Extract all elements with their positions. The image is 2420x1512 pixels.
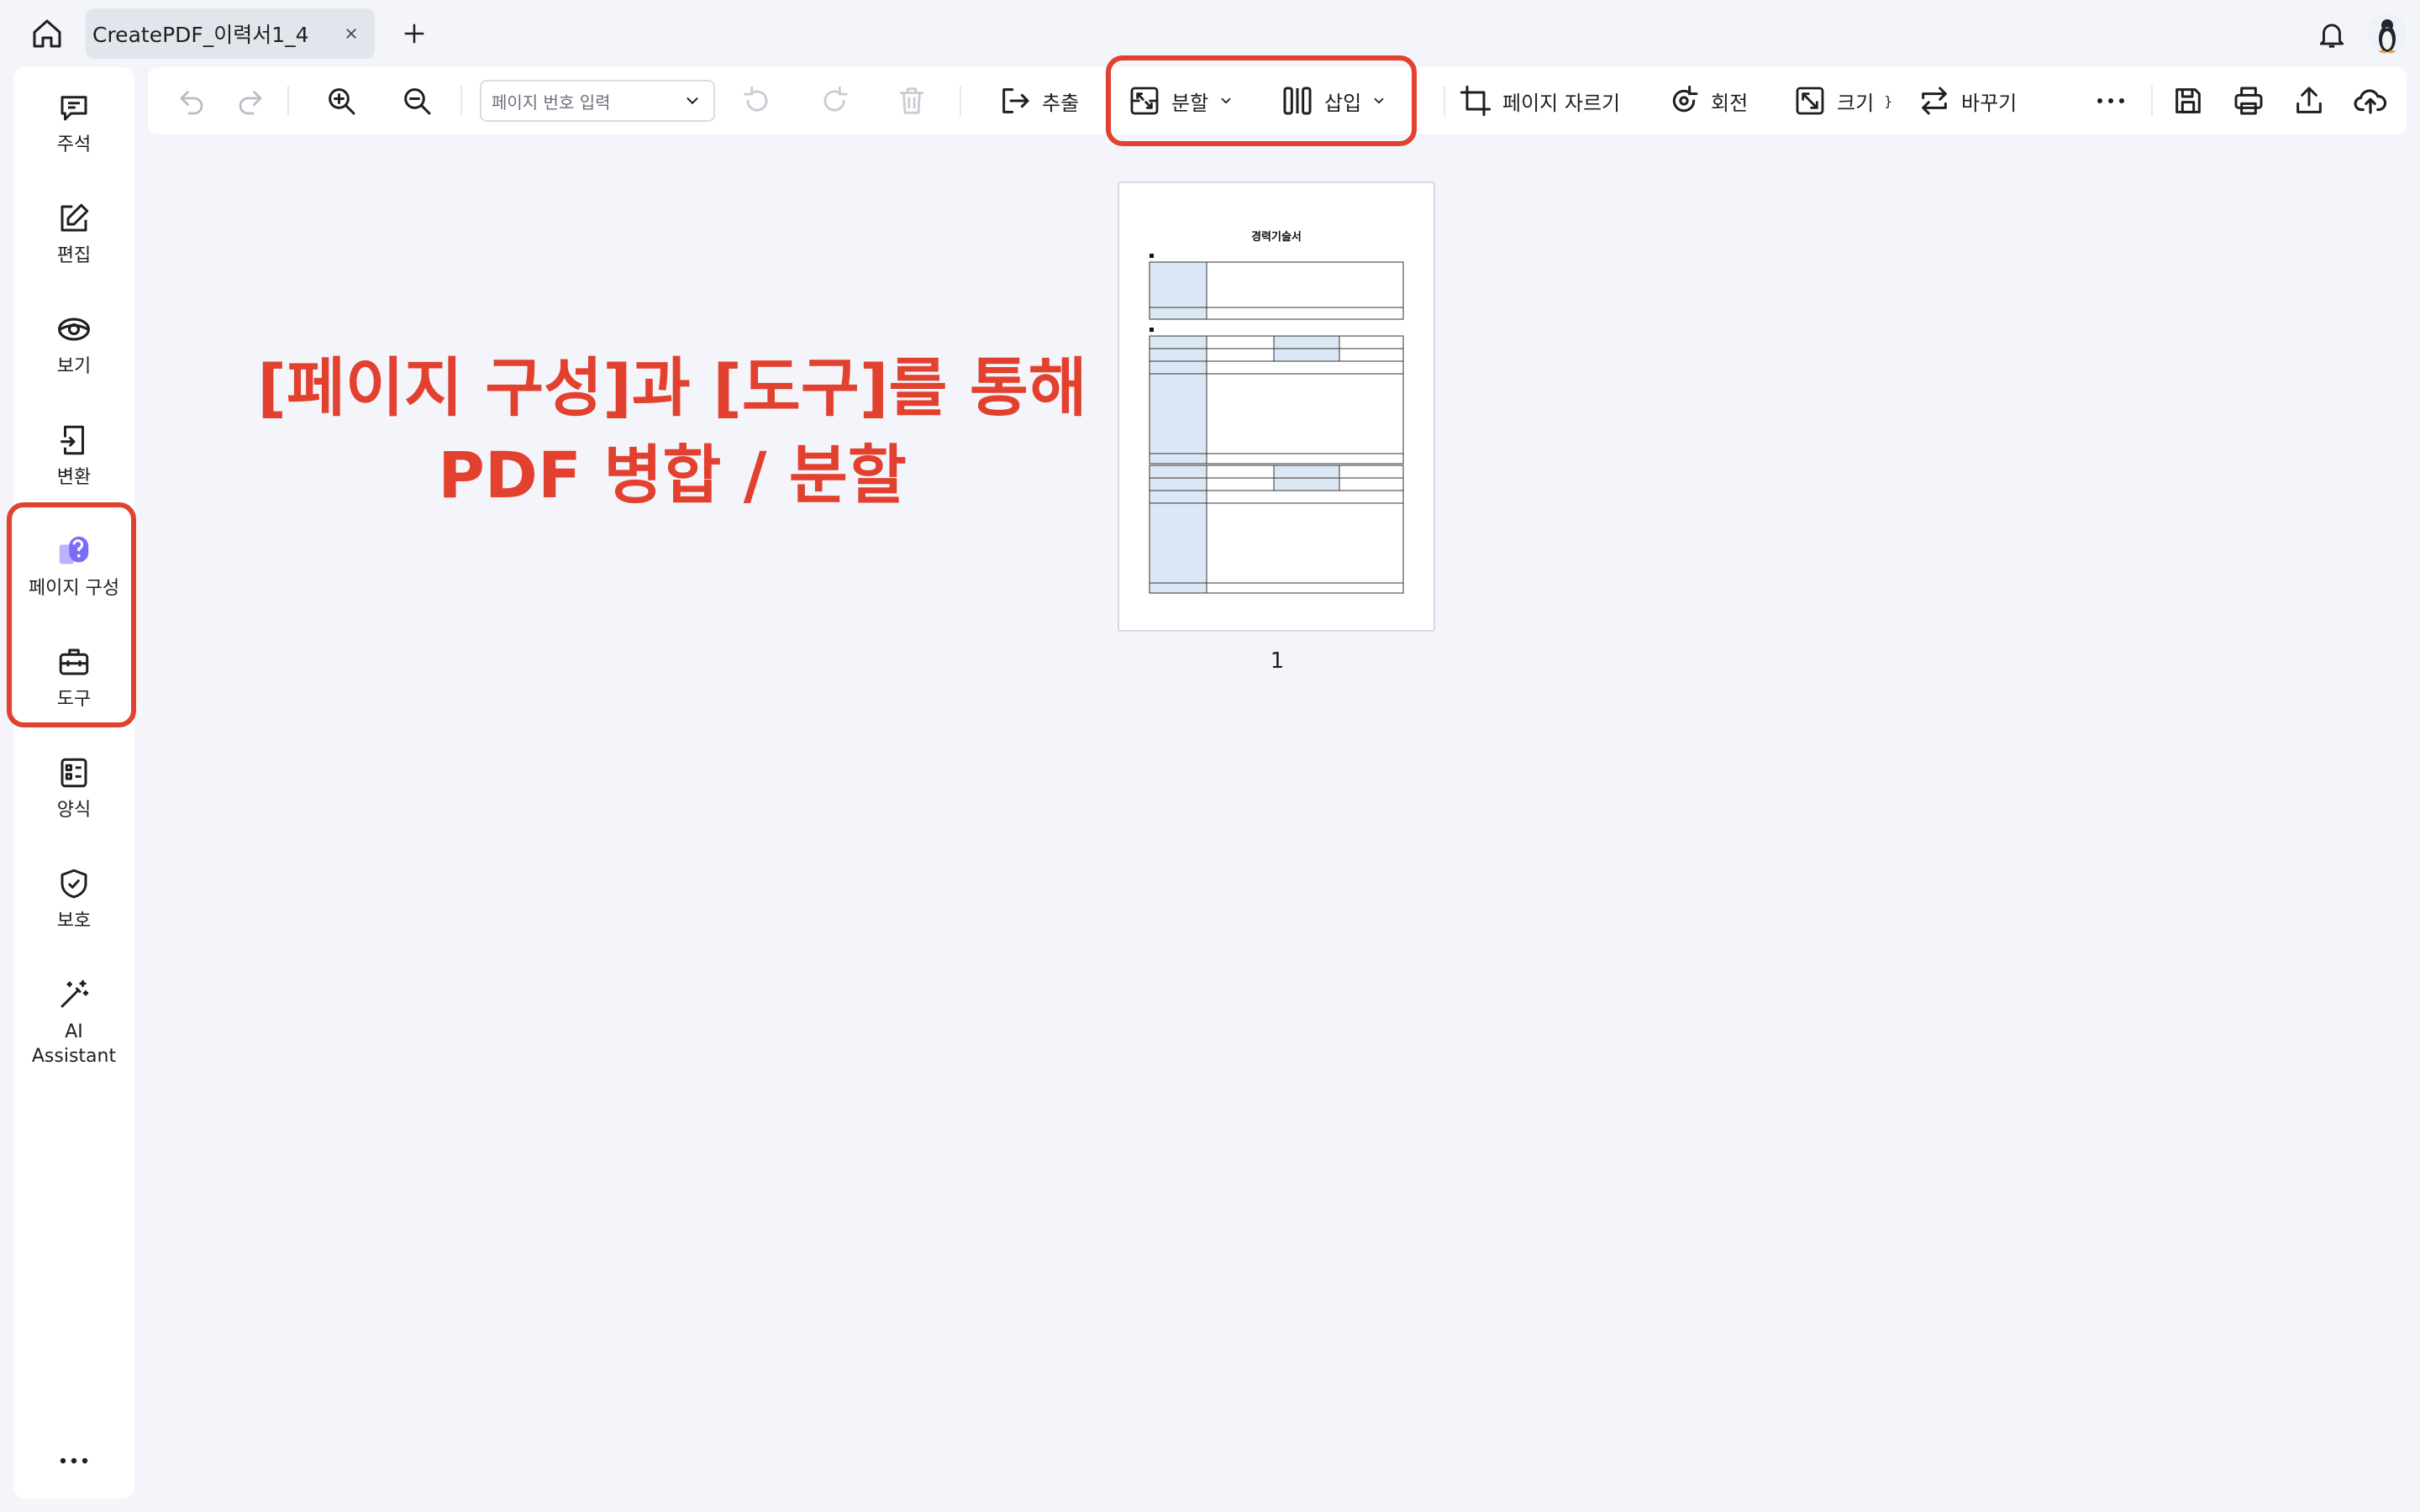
notification-button[interactable] [2312, 15, 2351, 54]
page-toolbar: 페이지 번호 입력 추출 분할 삽입 페이지 자르기 회전 크기 } 바꾸기 [148, 67, 2407, 134]
toolbox-icon [54, 642, 94, 682]
avatar[interactable] [2368, 13, 2407, 54]
sidebar-item-edit[interactable]: 편집 [13, 198, 134, 269]
convert-icon [54, 420, 94, 460]
undo-icon [180, 91, 203, 115]
resize-button[interactable]: 크기 } [1793, 81, 1892, 121]
tab-title: CreatePDF_이력서1_4 [92, 23, 309, 47]
title-bar: CreatePDF_이력서1_4 [0, 0, 2420, 67]
cloud-upload-icon [2354, 89, 2387, 114]
insert-button[interactable]: 삽입 [1281, 81, 1386, 121]
resume-page-preview: 경력기술서 [1149, 230, 1404, 594]
share-button[interactable] [2292, 81, 2326, 121]
sidebar-item-annotate[interactable]: 주석 [13, 87, 134, 158]
insert-icon [1283, 87, 1312, 115]
swap-icon [1922, 87, 1947, 115]
redo-button[interactable] [235, 81, 266, 121]
chevron-down-icon [687, 97, 698, 104]
split-button[interactable]: 분할 [1128, 81, 1234, 121]
zoom-out-button[interactable] [400, 81, 434, 121]
eye-icon [54, 309, 94, 349]
crop-page-button[interactable]: 페이지 자르기 [1459, 81, 1620, 121]
sidebar-item-ai-assistant[interactable]: AI Assistant [13, 974, 134, 1068]
bell-icon [2319, 24, 2344, 48]
toolbar-divider [287, 86, 289, 116]
ai-label-line2: Assistant [31, 1046, 117, 1067]
undo-button[interactable] [176, 81, 207, 121]
zoom-in-icon [329, 88, 355, 115]
plus-icon [404, 24, 424, 44]
replace-button[interactable]: 바꾸기 [1918, 81, 2017, 121]
document-tab[interactable]: CreatePDF_이력서1_4 [86, 8, 375, 59]
more-horizontal-icon [60, 1457, 88, 1464]
toolbar-divider [2151, 86, 2153, 116]
comment-icon [54, 87, 94, 128]
cloud-upload-button[interactable] [2353, 81, 2388, 121]
page-number-label: 1 [1270, 648, 1285, 674]
rotate-right-button[interactable] [818, 81, 850, 121]
home-button[interactable] [25, 15, 69, 52]
shield-check-icon [54, 864, 94, 904]
upload-icon [2296, 87, 2322, 113]
rotate-right-icon [823, 86, 848, 112]
toolbar-divider [1444, 86, 1445, 116]
close-icon [346, 29, 356, 39]
sidebar-item-organize[interactable]: 페이지 구성 [13, 531, 134, 601]
resize-icon [1796, 87, 1824, 115]
sidebar-item-forms[interactable]: 양식 [13, 753, 134, 823]
home-icon [33, 19, 61, 48]
extract-button[interactable]: 추출 [998, 81, 1079, 121]
penguin-avatar-icon [2378, 19, 2396, 54]
sidebar-item-view[interactable]: 보기 [13, 309, 134, 380]
extract-icon [1002, 88, 1029, 113]
rotate-button[interactable]: 회전 [1667, 81, 1748, 121]
page-organize-icon [54, 531, 94, 571]
save-icon [2175, 88, 2201, 113]
sidebar-more-button[interactable] [52, 1448, 96, 1473]
annotation-line-2: PDF 병합 / 분할 [438, 438, 907, 512]
doc-title: 경력기술서 [1251, 230, 1302, 244]
delete-button[interactable] [896, 81, 928, 121]
annotation-line-1: [페이지 구성]과 [도구]를 통해 [257, 350, 1087, 425]
chevron-down-icon [1374, 97, 1384, 104]
edit-icon [54, 198, 94, 239]
chevron-down-icon [1221, 97, 1231, 104]
zoom-in-button[interactable] [324, 81, 358, 121]
ai-label-line1: AI [65, 1021, 83, 1042]
rotate-icon [1672, 85, 1698, 113]
save-button[interactable] [2171, 81, 2205, 121]
rotate-left-button[interactable] [741, 81, 773, 121]
zoom-out-icon [404, 88, 431, 115]
new-tab-button[interactable] [395, 15, 434, 52]
magic-wand-icon [54, 974, 94, 1015]
tab-close-button[interactable] [339, 22, 363, 45]
redo-icon [239, 91, 262, 115]
page-number-placeholder: 페이지 번호 입력 [492, 92, 611, 113]
toolbar-divider [460, 86, 462, 116]
sidebar-item-convert[interactable]: 변환 [13, 420, 134, 491]
form-icon [54, 753, 94, 793]
split-icon [1130, 87, 1159, 115]
rotate-left-icon [744, 86, 768, 112]
page-thumbnail[interactable]: 경력기술서 [1118, 181, 1435, 632]
print-button[interactable] [2232, 81, 2265, 121]
printer-icon [2234, 87, 2263, 115]
trash-icon [899, 87, 924, 114]
annotation-caption: [페이지 구성]과 [도구]를 통해 PDF 병합 / 분할 [252, 344, 1092, 519]
sidebar-item-tools[interactable]: 도구 [13, 642, 134, 712]
sidebar-item-protect[interactable]: 보호 [13, 864, 134, 934]
more-horizontal-icon [2097, 98, 2124, 103]
crop-icon [1460, 85, 1491, 117]
left-sidebar: 주석 편집 보기 변환 페이지 구성 도구 양식 보호 AI Assistant [13, 67, 134, 1499]
more-options-button[interactable] [2096, 81, 2126, 121]
page-number-select[interactable]: 페이지 번호 입력 [480, 80, 715, 122]
toolbar-divider [960, 86, 961, 116]
